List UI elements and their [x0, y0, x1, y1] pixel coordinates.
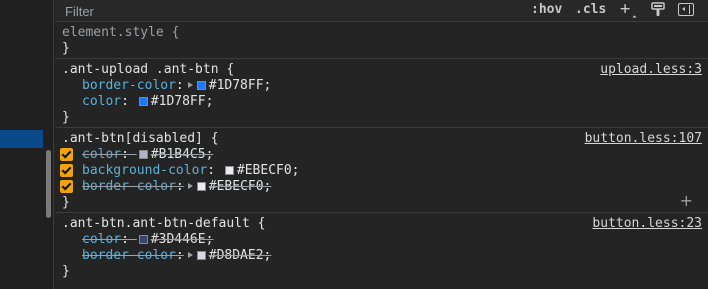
- paintbrush-icon[interactable]: [651, 2, 665, 17]
- color-swatch[interactable]: [138, 150, 148, 159]
- color-swatch[interactable]: [196, 182, 206, 191]
- styles-pane: :hov .cls + element.style { } .ant-uploa…: [55, 0, 708, 289]
- rule-close-brace: }: [62, 264, 70, 279]
- cls-toggle-button[interactable]: .cls: [575, 2, 606, 17]
- declaration-color[interactable]: color: #B1B4C5;: [60, 147, 708, 163]
- source-link[interactable]: upload.less:3: [600, 62, 702, 78]
- rule-selector[interactable]: .ant-btn.ant-btn-default { button.less:2…: [62, 216, 708, 232]
- declaration-checkbox[interactable]: [60, 180, 73, 193]
- scrollbar-thumb[interactable]: [46, 150, 51, 218]
- style-rule-btn-disabled: .ant-btn[disabled] { button.less:107 col…: [55, 128, 708, 213]
- rule-selector[interactable]: element.style {: [62, 25, 708, 41]
- style-rule-btn-default: .ant-btn.ant-btn-default { button.less:2…: [55, 213, 708, 281]
- rule-selector[interactable]: .ant-btn[disabled] { button.less:107: [62, 131, 708, 147]
- rule-close-brace: }: [62, 110, 70, 125]
- rule-close-brace: }: [62, 195, 70, 210]
- source-link[interactable]: button.less:23: [592, 216, 702, 232]
- declaration-background-color[interactable]: background-color: #EBECF0;: [60, 163, 708, 179]
- declaration-border-color[interactable]: border-color: #EBECF0;: [60, 179, 708, 195]
- declaration-border-color[interactable]: border-color: #D8DAE2;: [62, 248, 708, 264]
- add-declaration-plus-icon[interactable]: +: [680, 191, 693, 210]
- computed-sidebar-toggle-icon[interactable]: [678, 3, 694, 16]
- declaration-border-color[interactable]: border-color: #1D78FF;: [62, 78, 708, 94]
- declaration-color[interactable]: color: #1D78FF;: [62, 94, 708, 110]
- selected-node-highlight: [0, 130, 43, 148]
- styles-toolbar: :hov .cls +: [55, 0, 708, 23]
- rule-selector[interactable]: .ant-upload .ant-btn { upload.less:3: [62, 62, 708, 78]
- declaration-checkbox[interactable]: [60, 148, 73, 161]
- rule-close-brace: }: [62, 41, 70, 56]
- color-swatch[interactable]: [224, 166, 234, 175]
- hov-toggle-button[interactable]: :hov: [531, 2, 562, 17]
- expand-arrow-icon[interactable]: [187, 183, 193, 189]
- new-style-rule-button[interactable]: +: [620, 0, 630, 19]
- elements-panel-edge: [0, 0, 44, 289]
- expand-arrow-icon[interactable]: [187, 252, 193, 258]
- color-swatch[interactable]: [196, 251, 206, 260]
- color-swatch[interactable]: [138, 235, 148, 244]
- scrollbar-track[interactable]: [43, 0, 54, 289]
- expand-arrow-icon[interactable]: [187, 82, 193, 88]
- source-link[interactable]: button.less:107: [585, 131, 702, 147]
- style-rule-element: element.style { }: [55, 22, 708, 59]
- style-rule-upload-btn: .ant-upload .ant-btn { upload.less:3 bor…: [55, 59, 708, 128]
- color-swatch[interactable]: [196, 81, 206, 90]
- color-swatch[interactable]: [138, 97, 148, 106]
- declaration-color[interactable]: color: #3D446E;: [62, 232, 708, 248]
- filter-input[interactable]: [55, 0, 507, 23]
- declaration-checkbox[interactable]: [60, 164, 73, 177]
